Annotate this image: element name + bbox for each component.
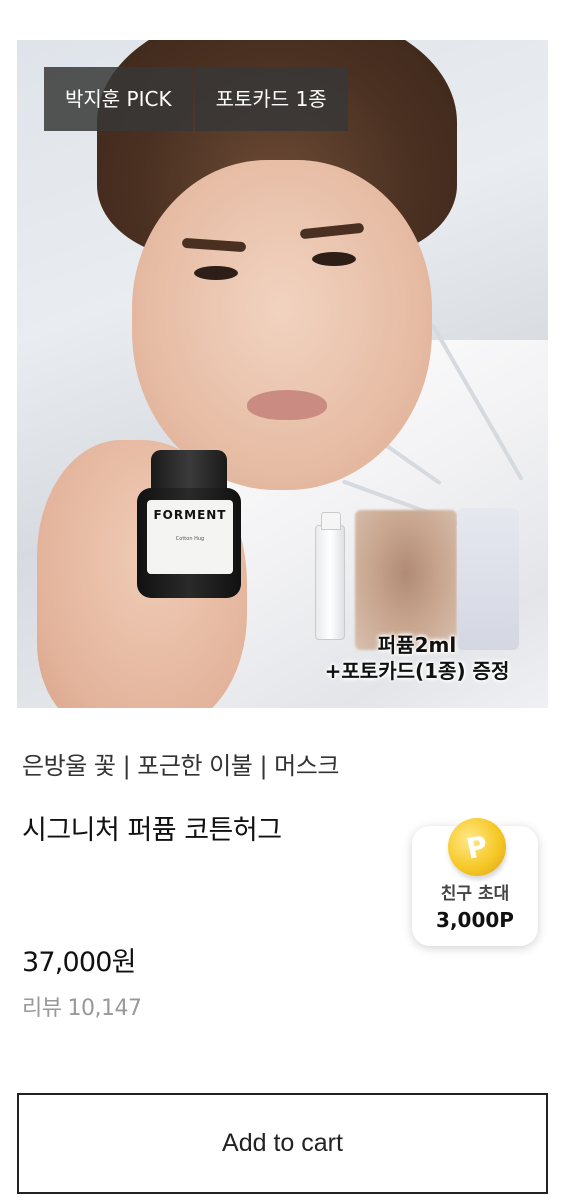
model-face [132,160,432,490]
product-image[interactable]: FORMENT Cotton Hug 박지훈 PICK 포토카드 1종 퍼퓸2m… [17,40,548,708]
tag-photocard: 포토카드 1종 [194,67,348,131]
product-title: 시그니처 퍼퓸 코튼허그 [22,815,282,846]
review-count: 10,147 [67,996,142,1021]
gift-photocard-front [355,510,457,650]
gift-promo-text: 퍼퓸2ml +포토카드(1종) 증정 [297,632,537,684]
product-price: 37,000원 [22,947,137,978]
gift-line-2: +포토카드(1종) 증정 [324,659,510,683]
bottle-sub-text: Cotton Hug [175,536,205,542]
invite-points: 3,000P [436,908,514,932]
point-coin-icon: P [442,812,512,882]
bottle-brand-text: FORMENT [153,508,227,522]
gift-line-1: 퍼퓸2ml [377,633,457,657]
tag-pick: 박지훈 PICK [44,67,193,131]
scent-notes: 은방울 꽃 | 포근한 이불 | 머스크 [22,752,339,780]
perfume-bottle: FORMENT Cotton Hug [137,450,247,600]
product-tags: 박지훈 PICK 포토카드 1종 [44,67,350,131]
add-to-cart-button[interactable]: Add to cart [17,1093,548,1194]
review-summary[interactable]: 리뷰 10,147 [22,990,142,1022]
gift-photocard-back [457,508,519,650]
review-label: 리뷰 [22,996,62,1021]
invite-friend-badge[interactable]: P 친구 초대 3,000P [412,812,538,946]
invite-label: 친구 초대 [440,884,510,904]
gift-sample-vial [315,512,345,640]
